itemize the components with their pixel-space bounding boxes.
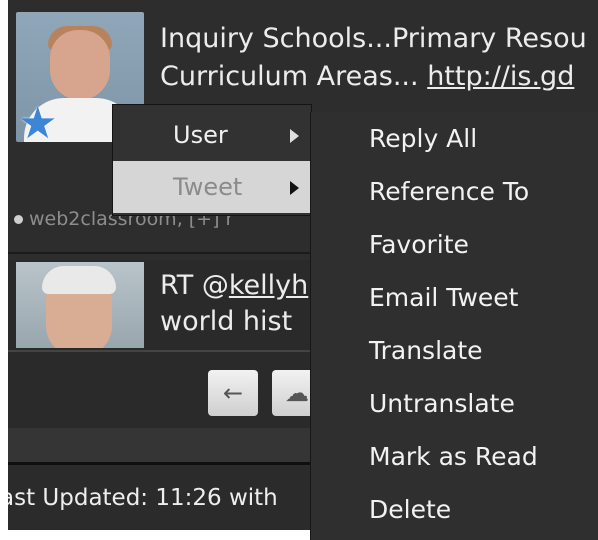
submenu-arrow-icon bbox=[290, 129, 299, 143]
back-button[interactable]: ← bbox=[208, 370, 258, 416]
tweet-text-prefix: RT @ bbox=[160, 270, 229, 301]
status-text: ast Updated: 11:26 with bbox=[8, 485, 278, 511]
tweet-text: Inquiry Schools...Primary Resou Curricul… bbox=[160, 20, 598, 96]
menu-item-email-tweet[interactable]: Email Tweet bbox=[369, 283, 518, 312]
menu-item-translate[interactable]: Translate bbox=[369, 336, 483, 365]
menu-item-label: User bbox=[173, 121, 228, 149]
cloud-icon: ☁ bbox=[285, 379, 309, 407]
tweet-text: RT @kellyh world hist bbox=[160, 268, 320, 340]
menu-item-user[interactable]: User bbox=[113, 109, 311, 161]
submenu-arrow-icon bbox=[290, 181, 299, 195]
menu-item-label: Tweet bbox=[173, 173, 243, 201]
tweet-link[interactable]: http://is.gd bbox=[427, 61, 574, 92]
tweet-text-line-2: world hist bbox=[160, 306, 293, 337]
tweet-text-line-2-prefix: Curriculum Areas... bbox=[160, 61, 428, 92]
avatar-hair bbox=[42, 266, 116, 294]
status-dot-icon bbox=[14, 215, 23, 224]
menu-item-reference-to[interactable]: Reference To bbox=[369, 177, 529, 206]
tweet-submenu: Reply All Reference To Favorite Email Tw… bbox=[310, 112, 598, 540]
context-menu: User Tweet bbox=[112, 104, 312, 216]
menu-item-untranslate[interactable]: Untranslate bbox=[369, 389, 515, 418]
mention-link[interactable]: kellyh bbox=[229, 270, 308, 301]
tweet-text-line-1: RT @kellyh bbox=[160, 268, 320, 304]
avatar-face bbox=[50, 30, 110, 100]
menu-item-mark-as-read[interactable]: Mark as Read bbox=[369, 442, 538, 471]
menu-item-reply-all[interactable]: Reply All bbox=[369, 124, 477, 153]
menu-item-tweet[interactable]: Tweet bbox=[113, 161, 311, 213]
arrow-left-icon: ← bbox=[222, 379, 244, 407]
menu-item-favorite[interactable]: Favorite bbox=[369, 230, 469, 259]
avatar[interactable] bbox=[16, 262, 144, 348]
tweet-text-line-1: Inquiry Schools...Primary Resou bbox=[160, 23, 587, 54]
star-icon[interactable]: ★ bbox=[18, 102, 57, 143]
tweet-text-line-2: Curriculum Areas... http://is.gd bbox=[160, 58, 598, 96]
menu-item-delete[interactable]: Delete bbox=[369, 495, 451, 524]
